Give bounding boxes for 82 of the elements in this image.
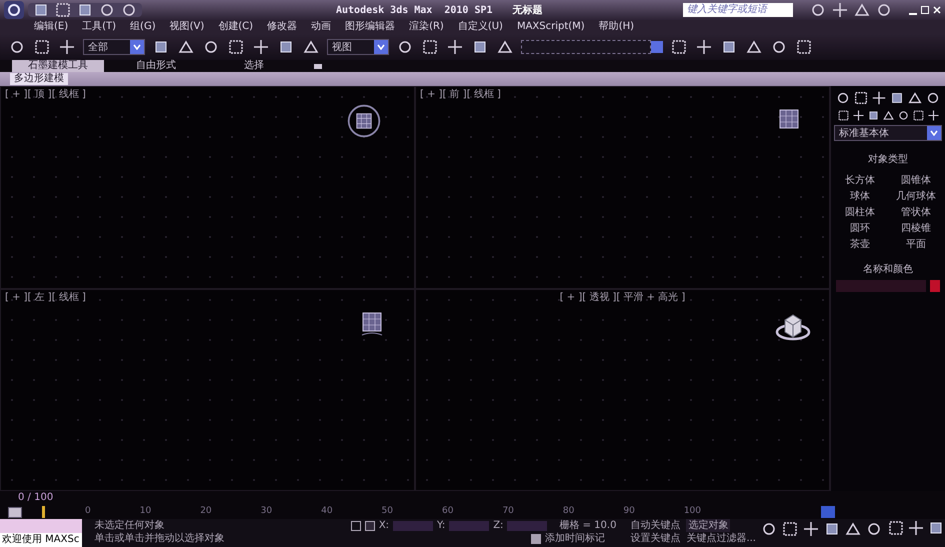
document-title: 无标题 xyxy=(512,4,543,18)
viewcube-icon[interactable] xyxy=(346,103,382,139)
object-type-button[interactable]: 平面 xyxy=(892,238,940,251)
menu-item[interactable]: MAXScript(M) xyxy=(516,20,585,34)
viewport[interactable]: [ + ][ 顶 ][ 线框 ] xyxy=(0,86,415,288)
add-time-tag-button[interactable]: 添加时间标记 xyxy=(544,532,605,545)
timeline-tick-label: 60 xyxy=(442,505,454,518)
object-type-button[interactable]: 圆环 xyxy=(836,222,884,235)
welcome-field[interactable]: 欢迎使用 MAXSc xyxy=(0,533,82,547)
grid-status: 栅格 = 10.0 xyxy=(559,519,616,532)
restore-icon[interactable] xyxy=(921,6,929,14)
viewport-label[interactable]: [ + ][ 顶 ][ 线框 ] xyxy=(5,87,86,102)
timeline-tick-label: 70 xyxy=(502,505,514,518)
viewport-label[interactable]: [ + ][ 左 ][ 线框 ] xyxy=(5,290,86,304)
z-field[interactable] xyxy=(507,520,548,530)
menu-item[interactable]: 渲染(R) xyxy=(409,20,444,34)
viewport-label[interactable]: [ + ][ 透视 ][ 平滑 + 高光 ] xyxy=(560,290,686,304)
menu-item[interactable]: 修改器 xyxy=(267,20,298,34)
coordinate-system-dropdown[interactable]: 视图 xyxy=(327,39,389,55)
timeline-tick-label: 20 xyxy=(200,505,212,518)
selection-filter-dropdown[interactable]: 全部 xyxy=(83,39,145,55)
app-title: Autodesk 3ds Max 2010 SP1 xyxy=(336,4,493,18)
object-type-button[interactable]: 四棱锥 xyxy=(892,222,940,235)
viewcube-icon[interactable] xyxy=(779,109,799,129)
timeline-tick-label: 90 xyxy=(623,505,635,518)
auto-key-button[interactable]: 自动关键点 xyxy=(628,519,682,532)
ribbon-tab[interactable]: 石墨建模工具 xyxy=(12,60,104,72)
ribbon-tab[interactable]: 自由形式 xyxy=(110,60,202,72)
viewport-label[interactable]: [ + ][ 前 ][ 线框 ] xyxy=(420,87,501,102)
search-placeholder: 键入关键字或短语 xyxy=(687,4,767,15)
object-type-button[interactable]: 管状体 xyxy=(892,206,940,219)
prompt-text: 单击或单击并拖动以选择对象 xyxy=(94,532,226,545)
x-label: X: xyxy=(378,519,390,532)
menu-item[interactable]: 工具(T) xyxy=(82,20,116,34)
timeline-tick-label: 40 xyxy=(321,505,333,518)
viewport[interactable]: [ + ][ 前 ][ 线框 ] xyxy=(415,86,830,288)
listener-field[interactable] xyxy=(0,519,82,533)
object-type-button[interactable]: 球体 xyxy=(836,190,884,203)
ribbon-tab[interactable]: 选择 xyxy=(208,60,300,72)
close-icon[interactable] xyxy=(933,6,941,14)
menu-item[interactable]: 图形编辑器 xyxy=(345,20,396,34)
time-slider-thumb[interactable]: 0 / 100 xyxy=(10,491,62,505)
rollout-title[interactable]: 对象类型 xyxy=(868,152,908,167)
menu-item[interactable]: 编辑(E) xyxy=(34,20,68,34)
key-mode-dropdown[interactable]: 选定对象 xyxy=(686,519,730,532)
y-field[interactable] xyxy=(449,520,490,530)
viewport[interactable]: [ + ][ 透视 ][ 平滑 + 高光 ] xyxy=(415,288,830,491)
object-type-button[interactable]: 长方体 xyxy=(836,174,884,187)
named-selection-field[interactable] xyxy=(521,40,651,54)
object-name-field[interactable] xyxy=(836,280,926,292)
app-logo-icon[interactable] xyxy=(4,1,24,19)
menu-item[interactable]: 创建(C) xyxy=(218,20,254,34)
menu-item[interactable]: 视图(V) xyxy=(170,20,204,34)
viewport[interactable]: [ + ][ 左 ][ 线框 ] xyxy=(0,288,415,491)
timeline-tick-label: 0 xyxy=(85,505,91,518)
category-dropdown[interactable]: 标准基本体 xyxy=(834,125,942,141)
object-type-button[interactable]: 几何球体 xyxy=(892,190,940,203)
menu-item[interactable]: 帮助(H) xyxy=(598,20,634,34)
object-type-button[interactable]: 茶壶 xyxy=(836,238,884,251)
z-label: Z: xyxy=(493,519,504,532)
timeline-tick-label: 50 xyxy=(382,505,393,518)
move-icon[interactable] xyxy=(252,38,270,56)
frame-marker xyxy=(42,506,45,518)
object-type-button[interactable]: 圆柱体 xyxy=(836,206,884,219)
y-label: Y: xyxy=(437,519,446,532)
viewcube-icon[interactable] xyxy=(361,312,383,338)
timeline-tick-label: 30 xyxy=(260,505,272,518)
x-field[interactable] xyxy=(393,520,434,530)
timeline-tick-label: 100 xyxy=(684,505,701,518)
search-field[interactable]: 键入关键字或短语 xyxy=(683,3,793,17)
timeline-tick-label: 10 xyxy=(140,505,152,518)
menu-item[interactable]: 组(G) xyxy=(130,20,156,34)
timeline-tick-label: 80 xyxy=(562,505,574,518)
menu-item[interactable]: 自定义(U) xyxy=(458,20,503,34)
key-filters-button[interactable]: 关键点过滤器... xyxy=(686,532,756,545)
ribbon-panel-button[interactable]: 多边形建模 xyxy=(10,73,68,85)
rollout-title[interactable]: 名称和颜色 xyxy=(863,262,913,277)
object-type-button[interactable]: 圆锥体 xyxy=(892,174,940,187)
set-key-button[interactable]: 设置关键点 xyxy=(628,532,682,545)
color-swatch[interactable] xyxy=(930,280,940,292)
selection-status: 未选定任何对象 xyxy=(94,519,166,532)
menu-item[interactable]: 动画 xyxy=(311,20,332,34)
